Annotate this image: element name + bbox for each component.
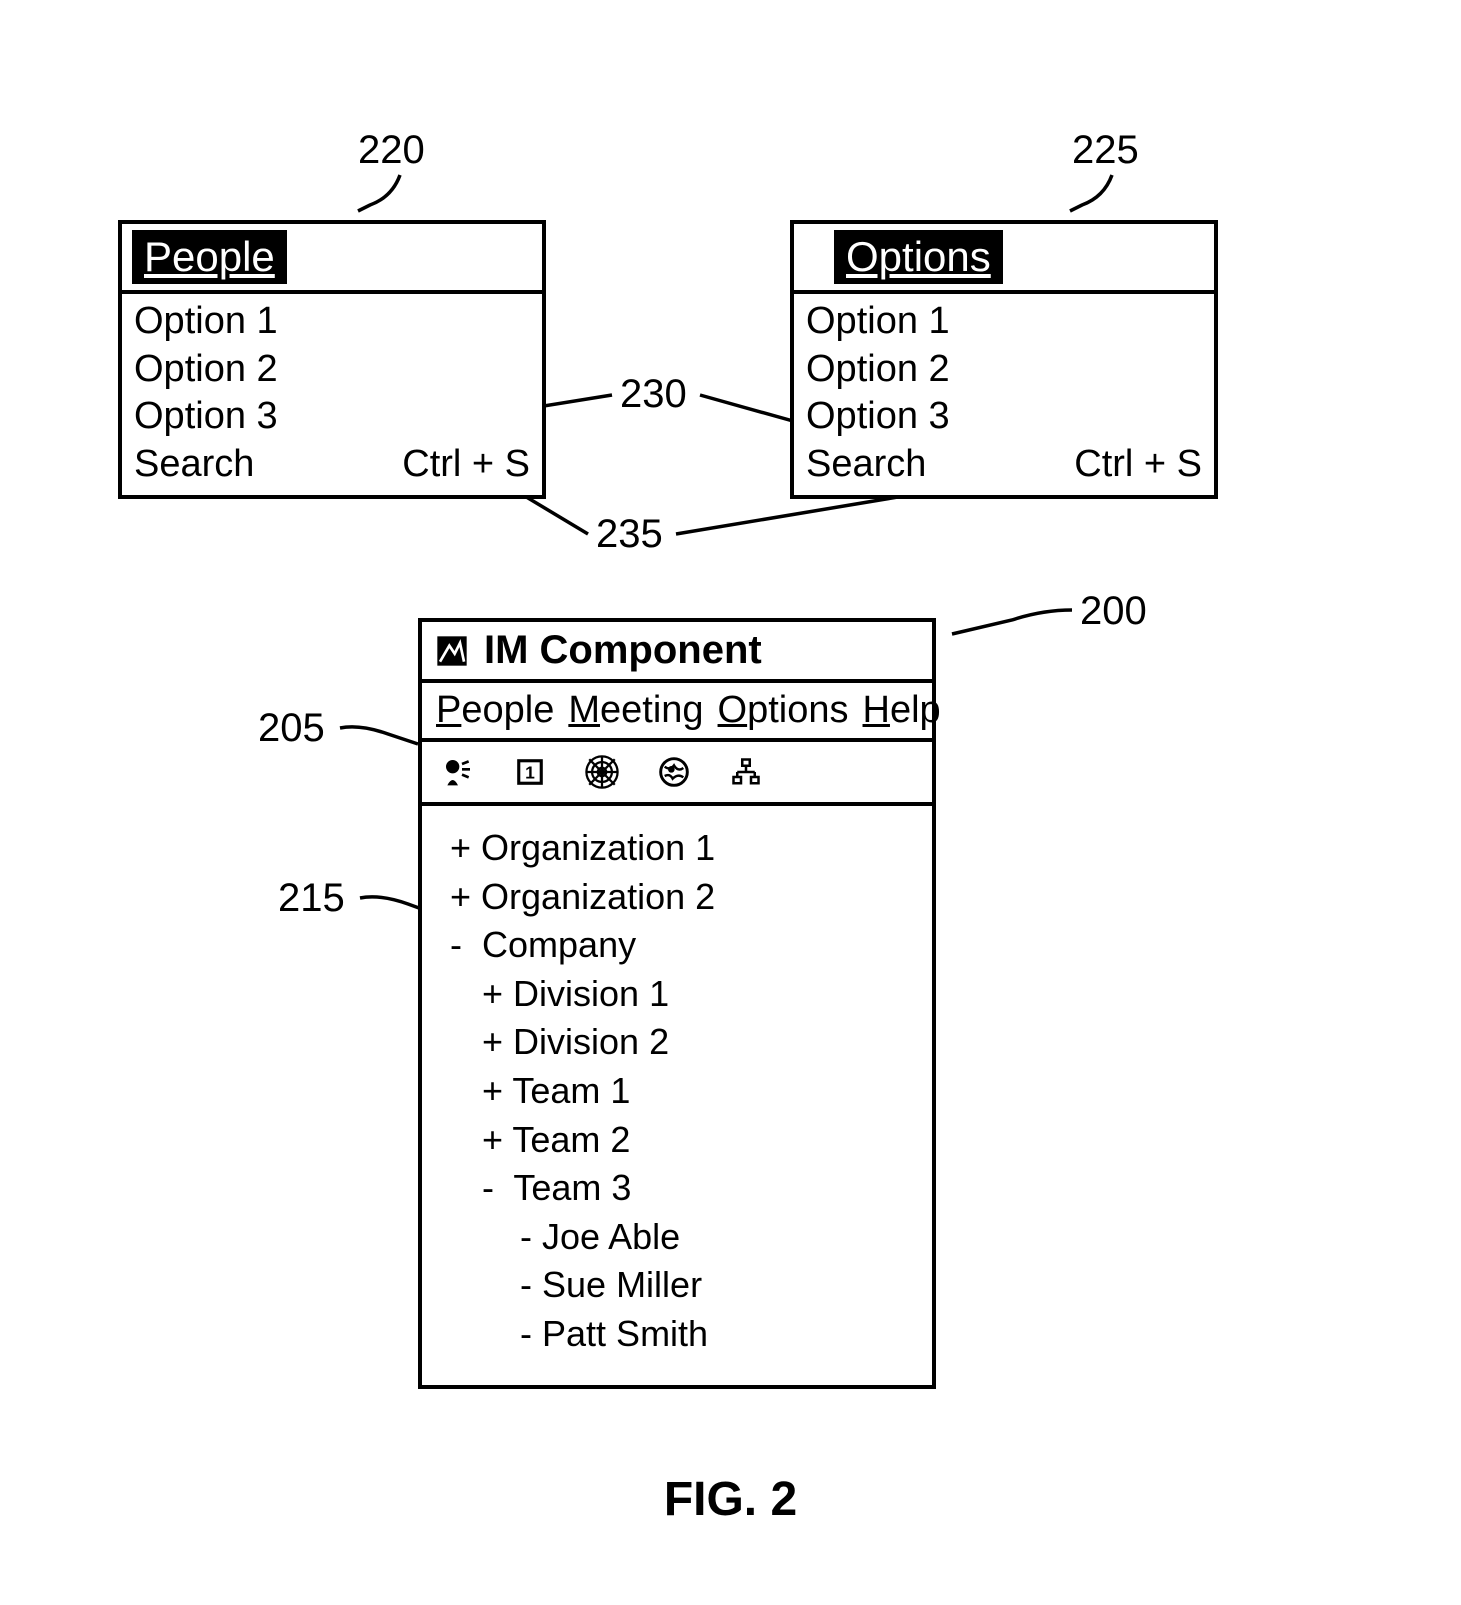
- menu-item-accel: Ctrl + S: [402, 442, 530, 488]
- reference-220: 220: [358, 128, 425, 173]
- tree-node[interactable]: + Division 2: [450, 1018, 904, 1067]
- tree-node[interactable]: + Organization 1: [450, 824, 904, 873]
- svg-text:1: 1: [525, 762, 535, 782]
- menu-item-label: Search: [806, 442, 926, 488]
- menu-item-label: Option 3: [134, 394, 278, 440]
- reference-215: 215: [278, 876, 345, 921]
- options-menu-body: Option 1 Option 2 Option 3 Search Ctrl +…: [794, 294, 1214, 494]
- menu-item[interactable]: Option 2: [806, 346, 1202, 394]
- tree-node[interactable]: + Organization 2: [450, 873, 904, 922]
- menu-item-search[interactable]: Search Ctrl + S: [134, 441, 530, 489]
- menu-item-label: Option 2: [134, 347, 278, 393]
- tree-leaf[interactable]: - Sue Miller: [450, 1261, 904, 1310]
- menubar-options[interactable]: Options: [718, 689, 849, 732]
- people-menu-body: Option 1 Option 2 Option 3 Search Ctrl +…: [122, 294, 542, 494]
- im-component-window: IM Component People Meeting Options Help…: [418, 618, 936, 1389]
- menubar-people[interactable]: People: [436, 689, 554, 732]
- tree-node[interactable]: + Team 2: [450, 1116, 904, 1165]
- network-icon[interactable]: [726, 752, 766, 792]
- tree-node[interactable]: - Team 3: [450, 1164, 904, 1213]
- menu-item-label: Option 1: [806, 299, 950, 345]
- figure-caption: FIG. 2: [0, 1472, 1461, 1527]
- options-menu-title[interactable]: Options: [834, 230, 1003, 284]
- people-menu-title-row: People: [122, 224, 542, 294]
- menu-item[interactable]: Option 2: [134, 346, 530, 394]
- im-titlebar[interactable]: IM Component: [422, 622, 932, 683]
- reference-230: 230: [620, 372, 687, 417]
- menubar-meeting[interactable]: Meeting: [568, 689, 703, 732]
- menu-item-search[interactable]: Search Ctrl + S: [806, 441, 1202, 489]
- speak-icon[interactable]: [438, 752, 478, 792]
- menu-item-accel: Ctrl + S: [1074, 442, 1202, 488]
- web-icon[interactable]: [582, 752, 622, 792]
- menu-item-label: Option 1: [134, 299, 278, 345]
- tree-node[interactable]: + Team 1: [450, 1067, 904, 1116]
- calendar-icon[interactable]: 1: [510, 752, 550, 792]
- tree-leaf[interactable]: - Joe Able: [450, 1213, 904, 1262]
- menu-item[interactable]: Option 1: [134, 298, 530, 346]
- reference-225: 225: [1072, 128, 1139, 173]
- people-menu-title[interactable]: People: [132, 230, 287, 284]
- app-icon: [432, 631, 472, 671]
- tree-node[interactable]: - Company: [450, 921, 904, 970]
- menu-item[interactable]: Option 3: [806, 393, 1202, 441]
- reference-205: 205: [258, 706, 325, 751]
- im-title: IM Component: [484, 628, 762, 673]
- reference-200: 200: [1080, 589, 1147, 634]
- people-menu-popup: People Option 1 Option 2 Option 3 Search…: [118, 220, 546, 499]
- menu-item-label: Search: [134, 442, 254, 488]
- globe-icon[interactable]: [654, 752, 694, 792]
- menu-item[interactable]: Option 1: [806, 298, 1202, 346]
- reference-235: 235: [596, 512, 663, 557]
- options-menu-popup: Options Option 1 Option 2 Option 3 Searc…: [790, 220, 1218, 499]
- tree-node[interactable]: + Division 1: [450, 970, 904, 1019]
- menu-item-label: Option 3: [806, 394, 950, 440]
- options-menu-title-row: Options: [794, 224, 1214, 294]
- menu-item[interactable]: Option 3: [134, 393, 530, 441]
- menubar-help[interactable]: Help: [863, 689, 941, 732]
- im-toolbar: 1: [422, 742, 932, 806]
- tree-leaf[interactable]: - Patt Smith: [450, 1310, 904, 1359]
- im-menubar: People Meeting Options Help: [422, 683, 932, 742]
- contact-tree: + Organization 1 + Organization 2 - Comp…: [422, 806, 932, 1385]
- menu-item-label: Option 2: [806, 347, 950, 393]
- figure-canvas: 220 225 230 235 200 205 215 People Optio…: [0, 0, 1461, 1605]
